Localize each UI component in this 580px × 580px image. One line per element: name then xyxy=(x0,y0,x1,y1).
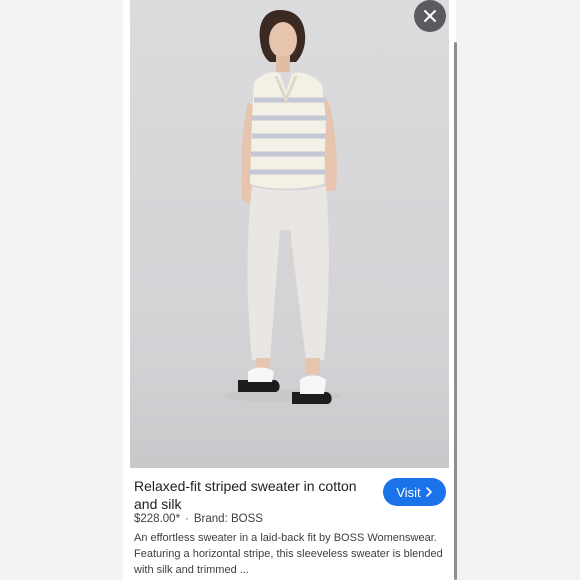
product-description: An effortless sweater in a laid-back fit… xyxy=(134,532,443,576)
meta-separator: · xyxy=(185,513,189,525)
close-icon xyxy=(424,10,436,22)
product-meta: $228.00* · Brand: BOSS xyxy=(134,513,263,525)
chevron-right-icon xyxy=(425,487,432,497)
product-image[interactable] xyxy=(130,0,449,468)
visit-button-label: Visit xyxy=(396,484,421,500)
close-button[interactable] xyxy=(414,0,446,32)
product-brand: Brand: BOSS xyxy=(193,513,263,525)
scrollbar[interactable] xyxy=(454,42,457,580)
model-figure xyxy=(222,10,342,404)
product-title[interactable]: Relaxed-fit striped sweater in cotton an… xyxy=(134,477,374,513)
product-price: $228.00* xyxy=(134,513,181,525)
visit-button[interactable]: Visit xyxy=(383,478,446,506)
